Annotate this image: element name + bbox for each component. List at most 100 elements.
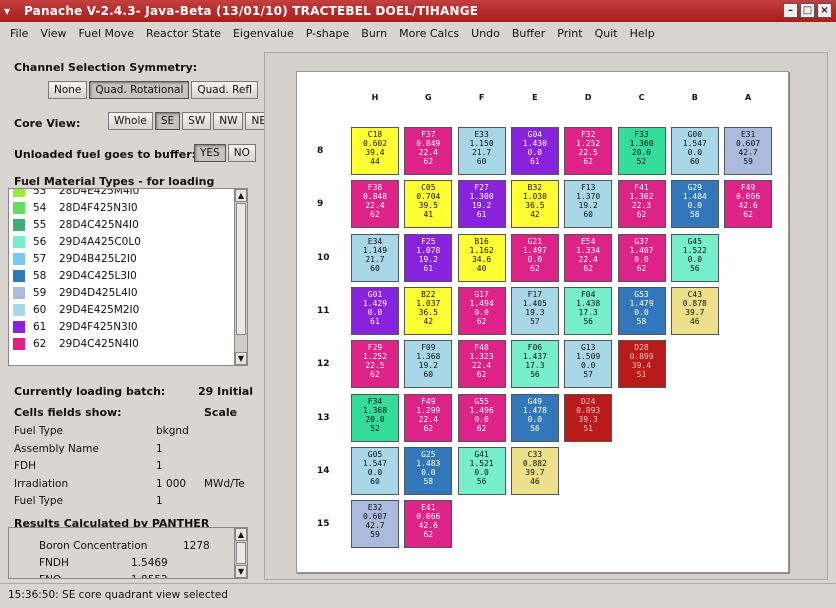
symmetry-quad-rotational-button[interactable]: Quad. Rotational: [89, 81, 190, 99]
fuel-types-list[interactable]: 53 28D4E425M4I0 54 28D4F425N3I0 55 28D4C425N4…: [8, 188, 248, 366]
menu-undo[interactable]: Undo: [465, 27, 506, 40]
fuel-assembly-cell[interactable]: G17 1.494 0.0 62: [457, 286, 506, 335]
scroll-down-icon[interactable]: ▼: [235, 352, 247, 365]
fuel-assembly-cell[interactable]: F06 1.437 17.3 56: [510, 340, 559, 389]
fuel-assembly-cell[interactable]: G29 1.484 0.0 58: [670, 180, 719, 229]
fuel-assembly-cell[interactable]: G41 1.521 0.0 56: [457, 446, 506, 495]
menu-p-shape[interactable]: P-shape: [300, 27, 356, 40]
maximize-button[interactable]: □: [800, 3, 815, 18]
view-nw-button[interactable]: NW: [213, 112, 244, 130]
scroll-down-icon[interactable]: ▼: [235, 565, 247, 578]
fuel-assembly-cell[interactable]: C05 0.704 39.5 41: [404, 180, 453, 229]
scroll-thumb[interactable]: [236, 203, 246, 335]
menu-eigenvalue[interactable]: Eigenvalue: [227, 27, 300, 40]
fuel-assembly-cell[interactable]: F49 1.299 22.4 62: [404, 393, 453, 442]
list-item[interactable]: 55 28D4C425N4I0: [9, 216, 141, 233]
fuel-assembly-cell[interactable]: F29 1.252 22.5 62: [351, 340, 399, 389]
fuel-assembly-cell[interactable]: F25 1.078 19.2 61: [404, 233, 453, 282]
fuel-assembly-cell[interactable]: E33 1.150 21.7 60: [457, 127, 506, 175]
menu-buffer[interactable]: Buffer: [506, 27, 551, 40]
buffer-yes-button[interactable]: YES: [194, 144, 226, 162]
fuel-assembly-cell[interactable]: D28 0.899 39.4 51: [617, 340, 666, 389]
fuel-assembly-cell[interactable]: B16 1.162 34.6 40: [457, 233, 506, 282]
fuel-assembly-cell[interactable]: F34 1.368 20.0 52: [351, 393, 399, 442]
window-menu-icon[interactable]: ▾: [4, 4, 18, 18]
list-item[interactable]: 54 28D4F425N3I0: [9, 199, 141, 216]
fuel-assembly-cell[interactable]: G21 1.497 0.0 62: [510, 233, 559, 282]
fuel-assembly-cell[interactable]: F04 1.438 17.3 56: [564, 286, 613, 335]
fuel-assembly-cell[interactable]: E31 0.607 42.7 59: [724, 127, 773, 175]
menu-view[interactable]: View: [34, 27, 72, 40]
fuel-assembly-cell[interactable]: F09 1.368 19.2 60: [404, 340, 453, 389]
menu-file[interactable]: File: [4, 27, 34, 40]
fuel-assembly-cell[interactable]: G04 1.430 0.0 61: [510, 127, 559, 175]
fuel-assembly-cell[interactable]: F48 1.323 22.4 62: [457, 340, 506, 389]
fuel-assembly-cell[interactable]: F32 1.252 22.5 62: [564, 127, 613, 175]
menu-print[interactable]: Print: [551, 27, 588, 40]
fuel-assembly-cell[interactable]: F13 1.370 19.2 60: [564, 180, 613, 229]
fuel-assembly-cell[interactable]: G55 1.496 0.0 62: [457, 393, 506, 442]
symmetry-none-button[interactable]: None: [48, 81, 88, 99]
fuel-type-value: 61: [476, 210, 487, 220]
fuel-assembly-cell[interactable]: F49 0.666 42.6 62: [724, 180, 773, 229]
fuel-assembly-cell[interactable]: F41 1.302 22.3 62: [617, 180, 666, 229]
menu-more-calcs[interactable]: More Calcs: [393, 27, 465, 40]
list-item[interactable]: 57 29D4B425L2I0: [9, 250, 141, 267]
fuel-list-scrollbar[interactable]: ▲ ▼: [234, 189, 247, 365]
fuel-assembly-cell[interactable]: G49 1.478 0.0 58: [510, 393, 559, 442]
fuel-assembly-cell[interactable]: G05 1.547 0.0 60: [351, 446, 399, 495]
fuel-assembly-cell[interactable]: G25 1.483 0.0 58: [404, 446, 453, 495]
fuel-type-value: 62: [636, 210, 647, 220]
symmetry-quad-refl-button[interactable]: Quad. Refl: [191, 81, 258, 99]
fuel-assembly-cell[interactable]: D24 0.893 39.3 51: [564, 393, 613, 442]
fuel-assembly-cell[interactable]: G53 1.479 0.0 58: [617, 286, 666, 335]
assembly-name: F09: [421, 343, 436, 353]
fuel-assembly-cell[interactable]: C33 0.882 39.7 46: [510, 446, 559, 495]
fuel-assembly-cell[interactable]: C18 0.602 39.4 44: [351, 127, 399, 175]
fuel-type-value: 58: [423, 476, 434, 486]
fuel-assembly-cell[interactable]: G13 1.509 0.0 57: [564, 340, 613, 389]
list-item[interactable]: 53 28D4E425M4I0: [9, 189, 141, 199]
fuel-assembly-cell[interactable]: F17 1.405 19.3 57: [510, 286, 559, 335]
list-item[interactable]: 59 29D4D425L4I0: [9, 284, 141, 301]
fuel-assembly-cell[interactable]: F33 1.360 20.0 52: [617, 127, 666, 175]
fuel-assembly-cell[interactable]: E32 0.607 42.7 59: [351, 500, 399, 549]
fuel-assembly-cell[interactable]: F27 1.300 19.2 61: [457, 180, 506, 229]
scroll-up-icon[interactable]: ▲: [235, 528, 247, 541]
list-item[interactable]: 56 29D4A425C0L0: [9, 233, 141, 250]
fuel-assembly-cell[interactable]: F38 0.848 22.4 62: [351, 180, 399, 229]
menu-reactor-state[interactable]: Reactor State: [140, 27, 227, 40]
menu-quit[interactable]: Quit: [589, 27, 624, 40]
fuel-assembly-cell[interactable]: B32 1.030 36.5 42: [510, 180, 559, 229]
fuel-assembly-cell[interactable]: G45 1.522 0.0 56: [670, 233, 719, 282]
assembly-name: F13: [580, 183, 596, 193]
results-scrollbar[interactable]: ▲ ▼: [234, 528, 247, 578]
view-sw-button[interactable]: SW: [182, 112, 212, 130]
fuel-assembly-cell[interactable]: F37 0.849 22.4 62: [404, 127, 453, 175]
scroll-up-icon[interactable]: ▲: [235, 189, 247, 202]
result-value: 1278: [183, 540, 210, 552]
list-item[interactable]: 60 29D4E425M2I0: [9, 301, 141, 318]
close-button[interactable]: ×: [817, 3, 832, 18]
assembly-name: E41: [421, 503, 436, 513]
fuel-assembly-cell[interactable]: G37 1.407 0.0 62: [617, 233, 666, 282]
fuel-assembly-cell[interactable]: B22 1.037 36.5 42: [404, 286, 453, 335]
buffer-no-button[interactable]: NO: [227, 144, 256, 162]
fuel-assembly-cell[interactable]: E34 1.149 21.7 60: [351, 233, 399, 282]
fuel-assembly-cell[interactable]: E54 1.334 22.4 62: [564, 233, 613, 282]
menu-burn[interactable]: Burn: [355, 27, 393, 40]
fuel-assembly-cell[interactable]: G01 1.429 0.0 61: [351, 286, 399, 335]
list-item[interactable]: 58 29D4C425L3I0: [9, 267, 141, 284]
fuel-assembly-cell[interactable]: G00 1.547 0.0 60: [670, 127, 719, 175]
view-se-button[interactable]: SE: [154, 112, 181, 130]
list-item[interactable]: 62 29D4C425N4I0: [9, 335, 141, 352]
fuel-assembly-cell[interactable]: E41 0.666 42.6 62: [404, 500, 453, 549]
irradiation-value: 22.5: [578, 148, 598, 157]
scroll-thumb[interactable]: [236, 542, 246, 564]
list-item[interactable]: 61 29D4F425N3I0: [9, 318, 141, 335]
menu-help[interactable]: Help: [624, 27, 661, 40]
menu-fuel-move[interactable]: Fuel Move: [73, 27, 141, 40]
fuel-assembly-cell[interactable]: C43 0.878 39.7 46: [670, 286, 719, 335]
minimize-button[interactable]: –: [783, 3, 798, 18]
view-whole-button[interactable]: Whole: [108, 112, 153, 130]
